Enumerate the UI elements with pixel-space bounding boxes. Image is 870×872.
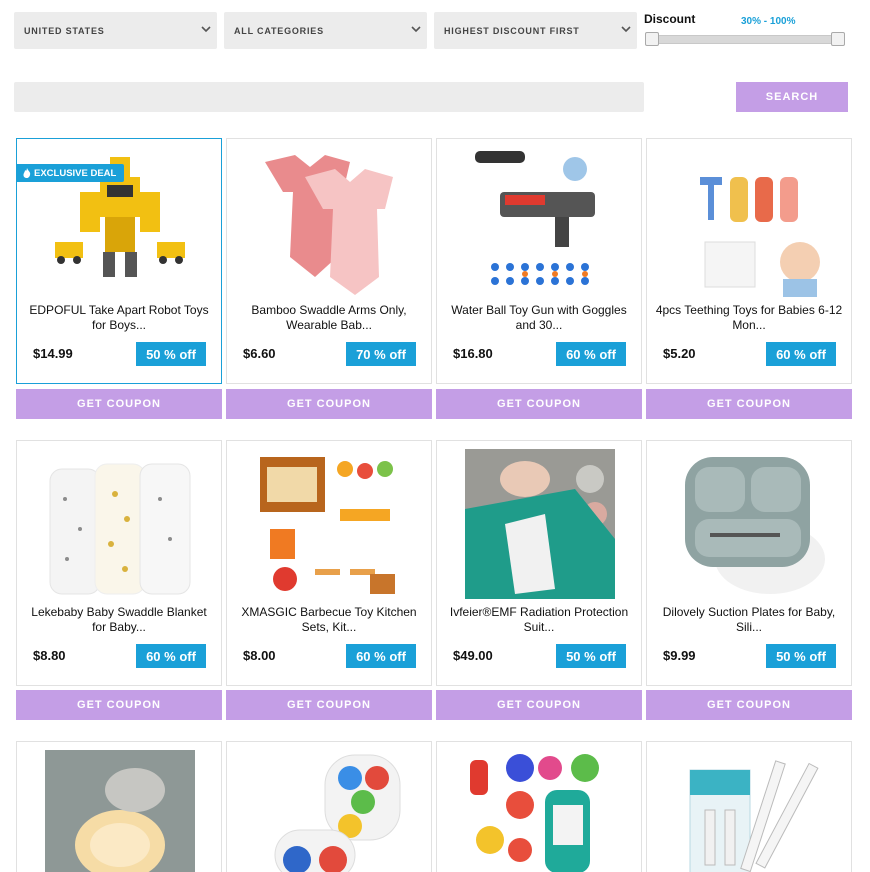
discount-badge: 60 % off xyxy=(136,644,206,668)
product-price: $8.80 xyxy=(33,648,66,663)
discount-badge: 50 % off xyxy=(136,342,206,366)
suction-plate-image xyxy=(675,449,825,599)
sort-select-value: HIGHEST DISCOUNT FIRST xyxy=(444,25,580,36)
night-light-image xyxy=(45,750,195,872)
discount-slider-max-handle[interactable] xyxy=(831,32,845,46)
get-coupon-button[interactable]: GET COUPON xyxy=(226,690,432,720)
search-button[interactable]: SEARCH xyxy=(736,82,848,112)
country-select[interactable]: UNITED STATES xyxy=(14,12,217,49)
product-card[interactable]: XMASGIC Barbecue Toy Kitchen Sets, Kit..… xyxy=(226,440,432,686)
get-coupon-button[interactable]: GET COUPON xyxy=(16,690,222,720)
flame-icon xyxy=(23,168,31,178)
product-card[interactable] xyxy=(646,741,852,872)
product-card[interactable]: Lekebaby Baby Swaddle Blanket for Baby..… xyxy=(16,440,222,686)
get-coupon-button[interactable]: GET COUPON xyxy=(226,389,432,419)
product-title[interactable]: XMASGIC Barbecue Toy Kitchen Sets, Kit..… xyxy=(235,605,423,635)
exclusive-deal-badge: EXCLUSIVE DEAL xyxy=(17,164,125,182)
baby-rattles-image xyxy=(465,750,615,872)
product-price: $49.00 xyxy=(453,648,493,663)
discount-badge: 50 % off xyxy=(556,644,626,668)
product-price: $16.80 xyxy=(453,346,493,361)
product-title[interactable]: 4pcs Teething Toys for Babies 6-12 Mon..… xyxy=(655,303,843,333)
product-card[interactable] xyxy=(226,741,432,872)
product-price: $9.99 xyxy=(663,648,696,663)
baby-bodysuit-image xyxy=(255,147,405,297)
country-select-value: UNITED STATES xyxy=(24,25,105,36)
toy-gun-image xyxy=(465,147,615,297)
discount-range-text: 30% - 100% xyxy=(741,16,796,27)
discount-badge: 60 % off xyxy=(556,342,626,366)
swaddle-blanket-image xyxy=(45,449,195,599)
exclusive-deal-text: EXCLUSIVE DEAL xyxy=(34,167,117,179)
product-card[interactable]: Ivfeier®EMF Radiation Protection Suit...… xyxy=(436,440,642,686)
product-card[interactable] xyxy=(436,741,642,872)
search-input[interactable] xyxy=(14,82,644,112)
product-price: $8.00 xyxy=(243,648,276,663)
category-select[interactable]: ALL CATEGORIES xyxy=(224,12,427,49)
discount-label: Discount xyxy=(644,12,696,26)
discount-slider-min-handle[interactable] xyxy=(645,32,659,46)
discount-badge: 60 % off xyxy=(346,644,416,668)
get-coupon-button[interactable]: GET COUPON xyxy=(436,389,642,419)
baby-blanket-photo xyxy=(465,449,615,599)
discount-slider-track[interactable] xyxy=(651,35,839,44)
discount-badge: 70 % off xyxy=(346,342,416,366)
get-coupon-button[interactable]: GET COUPON xyxy=(646,690,852,720)
chevron-down-icon xyxy=(621,26,631,33)
nasal-syringe-image xyxy=(675,750,825,872)
toy-kitchen-image xyxy=(255,449,405,599)
chevron-down-icon xyxy=(201,26,211,33)
product-title[interactable]: Ivfeier®EMF Radiation Protection Suit... xyxy=(445,605,633,635)
chevron-down-icon xyxy=(411,26,421,33)
get-coupon-button[interactable]: GET COUPON xyxy=(436,690,642,720)
product-card[interactable]: EXCLUSIVE DEAL EDPOFUL Take Apart Robot … xyxy=(16,138,222,384)
product-title[interactable]: EDPOFUL Take Apart Robot Toys for Boys..… xyxy=(25,303,213,333)
discount-badge: 60 % off xyxy=(766,342,836,366)
product-price: $5.20 xyxy=(663,346,696,361)
product-card[interactable] xyxy=(16,741,222,872)
product-card[interactable]: 4pcs Teething Toys for Babies 6-12 Mon..… xyxy=(646,138,852,384)
product-price: $14.99 xyxy=(33,346,73,361)
sort-select[interactable]: HIGHEST DISCOUNT FIRST xyxy=(434,12,637,49)
product-card[interactable]: Water Ball Toy Gun with Goggles and 30..… xyxy=(436,138,642,384)
product-title[interactable]: Bamboo Swaddle Arms Only, Wearable Bab..… xyxy=(235,303,423,333)
get-coupon-button[interactable]: GET COUPON xyxy=(646,389,852,419)
product-title[interactable]: Water Ball Toy Gun with Goggles and 30..… xyxy=(445,303,633,333)
get-coupon-button[interactable]: GET COUPON xyxy=(16,389,222,419)
product-title[interactable]: Dilovely Suction Plates for Baby, Sili..… xyxy=(655,605,843,635)
pop-fidget-image xyxy=(255,750,405,872)
product-card[interactable]: Dilovely Suction Plates for Baby, Sili..… xyxy=(646,440,852,686)
teething-toys-image xyxy=(675,147,825,297)
product-title[interactable]: Lekebaby Baby Swaddle Blanket for Baby..… xyxy=(25,605,213,635)
product-card[interactable]: Bamboo Swaddle Arms Only, Wearable Bab..… xyxy=(226,138,432,384)
product-price: $6.60 xyxy=(243,346,276,361)
discount-badge: 50 % off xyxy=(766,644,836,668)
category-select-value: ALL CATEGORIES xyxy=(234,25,324,36)
